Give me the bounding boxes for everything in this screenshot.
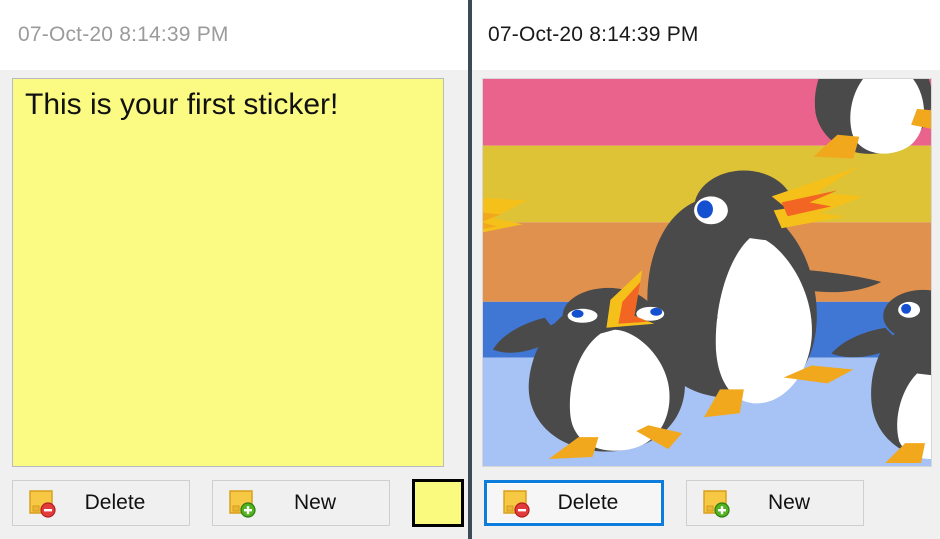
penguins-image [483, 79, 931, 466]
sticker-window-left[interactable]: 07-Oct-20 8:14:39 PM This is your first … [0, 0, 468, 539]
sticker-window-right[interactable]: 07-Oct-20 8:14:39 PM Delete New [472, 0, 940, 539]
new-button-left[interactable]: New [212, 480, 390, 526]
note-body-right: Delete New [472, 70, 940, 539]
note-minus-icon [27, 488, 57, 518]
timestamp-right: 07-Oct-20 8:14:39 PM [488, 23, 699, 46]
note-minus-icon [501, 488, 531, 518]
sticker-note-image[interactable] [482, 78, 932, 467]
toolbar-left: Delete New [0, 467, 468, 539]
color-swatch-button[interactable] [412, 479, 464, 527]
new-button-label-right: New [767, 491, 810, 514]
new-button-right[interactable]: New [686, 480, 864, 526]
delete-button-left[interactable]: Delete [12, 480, 190, 526]
stickies-app: 07-Oct-20 8:14:39 PM This is your first … [0, 0, 940, 539]
delete-button-label-left: Delete [84, 491, 146, 514]
sticker-note-text[interactable]: This is your first sticker! [12, 78, 444, 467]
toolbar-right: Delete New [472, 467, 940, 539]
delete-button-right[interactable]: Delete [484, 480, 664, 526]
titlebar-left: 07-Oct-20 8:14:39 PM [0, 0, 468, 70]
titlebar-right: 07-Oct-20 8:14:39 PM [472, 0, 940, 70]
sticker-text-content[interactable]: This is your first sticker! [25, 87, 433, 122]
note-plus-icon [227, 488, 257, 518]
note-plus-icon [701, 488, 731, 518]
timestamp-left: 07-Oct-20 8:14:39 PM [18, 23, 229, 46]
delete-button-label-right: Delete [557, 491, 619, 514]
note-body-left: This is your first sticker! Delete New [0, 70, 468, 539]
new-button-label-left: New [293, 491, 336, 514]
